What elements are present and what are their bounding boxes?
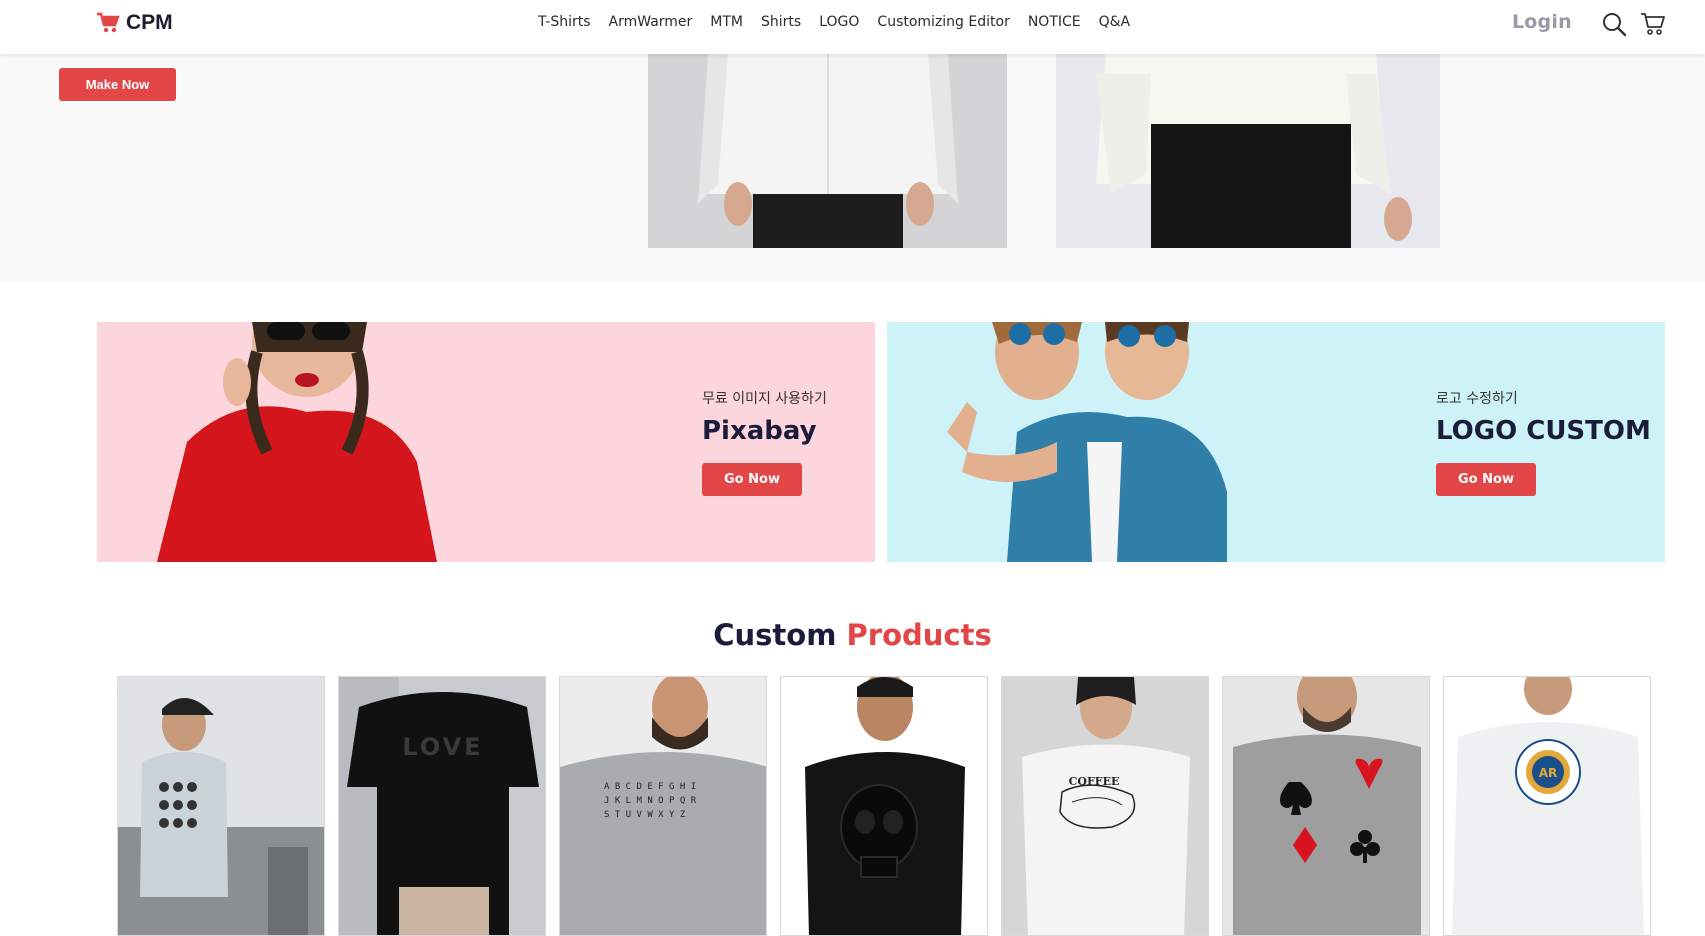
- nav-mtm[interactable]: MTM: [710, 14, 743, 30]
- nav-shirts[interactable]: Shirts: [761, 14, 801, 30]
- promo-title: Pixabay: [702, 416, 817, 446]
- hero-shirt-image-2: [1056, 54, 1440, 248]
- section-title: Custom Products: [0, 618, 1705, 652]
- product-card[interactable]: COFFEE: [1001, 676, 1209, 936]
- svg-text:AR: AR: [1539, 766, 1558, 780]
- login-link[interactable]: Login: [1512, 11, 1572, 33]
- promo-banner-logo-custom: 로고 수정하기 LOGO CUSTOM Go Now: [887, 322, 1665, 562]
- cart-icon[interactable]: [1640, 11, 1666, 37]
- brand-logo[interactable]: CPM: [96, 11, 173, 35]
- product-list: LOVE A B C D E F G H I J K L M N O P Q R…: [117, 676, 1651, 936]
- main-nav: T-Shirts ArmWarmer MTM Shirts LOGO Custo…: [538, 14, 1130, 30]
- nav-customizing-editor[interactable]: Customizing Editor: [877, 14, 1009, 30]
- go-now-button[interactable]: Go Now: [702, 463, 802, 496]
- promo-model-image-2: [947, 322, 1227, 562]
- nav-tshirts[interactable]: T-Shirts: [538, 14, 591, 30]
- promo-title: LOGO CUSTOM: [1436, 416, 1651, 446]
- hero-section: Make Now: [0, 54, 1705, 283]
- cart-logo-icon: [97, 12, 120, 33]
- svg-text:LOVE: LOVE: [402, 733, 483, 761]
- nav-notice[interactable]: NOTICE: [1028, 14, 1081, 30]
- search-icon[interactable]: [1601, 11, 1627, 37]
- promo-subtitle: 로고 수정하기: [1436, 391, 1518, 407]
- section-title-dark: Custom: [713, 618, 837, 652]
- product-card[interactable]: [1222, 676, 1430, 936]
- go-now-button[interactable]: Go Now: [1436, 463, 1536, 496]
- section-title-accent: Products: [846, 618, 992, 652]
- hero-shirt-image-1: [648, 54, 1007, 248]
- promo-banner-pixabay: 무료 이미지 사용하기 Pixabay Go Now: [97, 322, 875, 562]
- svg-text:COFFEE: COFFEE: [1069, 775, 1120, 788]
- brand-name: CPM: [126, 11, 173, 34]
- product-card[interactable]: A B C D E F G H I J K L M N O P Q R S T …: [559, 676, 767, 936]
- make-now-button[interactable]: Make Now: [59, 68, 176, 101]
- product-card[interactable]: LOVE: [338, 676, 546, 936]
- site-header: CPM T-Shirts ArmWarmer MTM Shirts LOGO C…: [0, 0, 1705, 54]
- svg-text:J K L M N O P Q R: J K L M N O P Q R: [604, 796, 697, 806]
- promo-subtitle: 무료 이미지 사용하기: [702, 391, 827, 407]
- svg-text:A B C D E F G H I: A B C D E F G H I: [604, 782, 696, 792]
- svg-text:S T U V W X Y Z: S T U V W X Y Z: [604, 810, 686, 820]
- nav-logo[interactable]: LOGO: [819, 14, 859, 30]
- product-card[interactable]: AR: [1443, 676, 1651, 936]
- nav-armwarmer[interactable]: ArmWarmer: [609, 14, 693, 30]
- nav-qa[interactable]: Q&A: [1099, 14, 1131, 30]
- promo-model-image-1: [157, 322, 437, 562]
- product-card[interactable]: [780, 676, 988, 936]
- product-card[interactable]: [117, 676, 325, 936]
